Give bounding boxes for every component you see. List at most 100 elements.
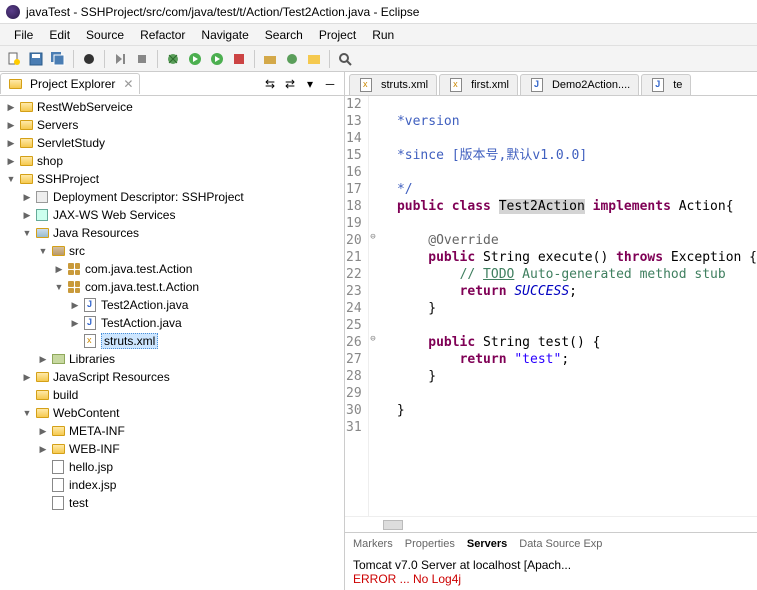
new-class-button[interactable] xyxy=(282,49,302,69)
chevron-icon[interactable]: ▶ xyxy=(68,318,82,329)
new-package-button[interactable] xyxy=(260,49,280,69)
tree-item[interactable]: ▶ META-INF xyxy=(0,422,344,440)
chevron-icon[interactable]: ▶ xyxy=(36,426,50,437)
chevron-icon[interactable]: ▶ xyxy=(20,192,34,203)
editor-tab-label: first.xml xyxy=(471,79,509,91)
tree-item[interactable]: ▼src xyxy=(0,242,344,260)
bottom-tab-data-source-exp[interactable]: Data Source Exp xyxy=(519,538,602,550)
new-button[interactable] xyxy=(4,49,24,69)
package-icon xyxy=(66,279,82,295)
tree-item[interactable]: ▶ Deployment Descriptor: SSHProject xyxy=(0,188,344,206)
chevron-icon[interactable]: ▶ xyxy=(36,354,50,365)
tree-item[interactable]: ▼SSHProject xyxy=(0,170,344,188)
chevron-icon[interactable]: ▶ xyxy=(20,372,34,383)
project-explorer-tab[interactable]: Project Explorer ✕ xyxy=(0,73,140,94)
menu-run[interactable]: Run xyxy=(364,26,402,44)
tree-item-label: TestAction.java xyxy=(101,316,182,330)
stop-button[interactable] xyxy=(132,49,152,69)
tree-item[interactable]: ▼ Java Resources xyxy=(0,224,344,242)
link-editor-icon[interactable]: ⇄ xyxy=(282,76,298,92)
chevron-icon[interactable]: ▼ xyxy=(4,174,18,184)
jsp-file-icon xyxy=(50,459,66,475)
tree-item[interactable]: ▶ TestAction.java xyxy=(0,314,344,332)
debug-button[interactable] xyxy=(163,49,183,69)
run-button[interactable] xyxy=(185,49,205,69)
tree-item-label: Java Resources xyxy=(53,226,139,240)
bottom-tab-properties[interactable]: Properties xyxy=(405,538,455,550)
tree-item[interactable]: index.jsp xyxy=(0,476,344,494)
window-title: javaTest - SSHProject/src/com/java/test/… xyxy=(26,5,419,19)
run-server-button[interactable] xyxy=(207,49,227,69)
tree-item-label: Deployment Descriptor: SSHProject xyxy=(53,190,244,204)
tree-item-label: WEB-INF xyxy=(69,442,120,456)
folder-icon xyxy=(18,99,34,115)
menu-search[interactable]: Search xyxy=(257,26,311,44)
external-tool-button[interactable] xyxy=(229,49,249,69)
close-icon[interactable]: ✕ xyxy=(123,77,133,91)
jsp-file-icon xyxy=(50,477,66,493)
project-tree[interactable]: ▶RestWebServeice▶Servers▶ServletStudy▶sh… xyxy=(0,96,344,590)
bottom-tab-servers[interactable]: Servers xyxy=(467,538,507,550)
chevron-icon[interactable]: ▶ xyxy=(52,264,66,275)
save-all-button[interactable] xyxy=(48,49,68,69)
tree-item[interactable]: test xyxy=(0,494,344,512)
minimize-icon[interactable]: ─ xyxy=(322,76,338,92)
chevron-icon[interactable]: ▶ xyxy=(4,102,18,113)
folder-icon xyxy=(18,153,34,169)
chevron-icon[interactable]: ▶ xyxy=(36,444,50,455)
explorer-title: Project Explorer xyxy=(30,77,115,91)
chevron-icon[interactable]: ▼ xyxy=(52,282,66,292)
tree-item[interactable]: ▶ Libraries xyxy=(0,350,344,368)
search-button[interactable] xyxy=(335,49,355,69)
horizontal-scrollbar[interactable] xyxy=(345,516,757,532)
tree-item[interactable]: ▶ServletStudy xyxy=(0,134,344,152)
menu-refactor[interactable]: Refactor xyxy=(132,26,193,44)
menu-project[interactable]: Project xyxy=(311,26,364,44)
titlebar: javaTest - SSHProject/src/com/java/test/… xyxy=(0,0,757,24)
view-menu-icon[interactable]: ▾ xyxy=(302,76,318,92)
library-icon xyxy=(50,351,66,367)
tree-item[interactable]: build xyxy=(0,386,344,404)
chevron-icon[interactable]: ▶ xyxy=(20,210,34,221)
bottom-tab-markers[interactable]: Markers xyxy=(353,538,393,550)
menu-edit[interactable]: Edit xyxy=(41,26,78,44)
save-button[interactable] xyxy=(26,49,46,69)
chevron-icon[interactable]: ▼ xyxy=(36,246,50,256)
web-services-icon xyxy=(34,207,50,223)
skip-button[interactable] xyxy=(110,49,130,69)
tree-item[interactable]: ▶Test2Action.java xyxy=(0,296,344,314)
folder-icon xyxy=(50,441,66,457)
tree-item[interactable]: ▼com.java.test.t.Action xyxy=(0,278,344,296)
tree-item[interactable]: ▶ WEB-INF xyxy=(0,440,344,458)
chevron-icon[interactable]: ▶ xyxy=(4,156,18,167)
tree-item-label: JAX-WS Web Services xyxy=(53,208,175,222)
collapse-all-icon[interactable]: ⇆ xyxy=(262,76,278,92)
tree-item[interactable]: ▶ JAX-WS Web Services xyxy=(0,206,344,224)
editor-tab[interactable]: struts.xml xyxy=(349,74,437,95)
chevron-icon[interactable]: ▼ xyxy=(20,408,34,418)
editor-tab[interactable]: te xyxy=(641,74,691,95)
chevron-icon[interactable]: ▶ xyxy=(4,120,18,131)
tree-item-label: META-INF xyxy=(69,424,125,438)
chevron-icon[interactable]: ▶ xyxy=(68,300,82,311)
menu-source[interactable]: Source xyxy=(78,26,132,44)
tree-item[interactable]: ▶RestWebServeice xyxy=(0,98,344,116)
tree-item[interactable]: struts.xml xyxy=(0,332,344,350)
editor-tab[interactable]: first.xml xyxy=(439,74,518,95)
tree-item[interactable]: ▶shop xyxy=(0,152,344,170)
tree-item-label: com.java.test.Action xyxy=(85,262,192,276)
toggle-button[interactable] xyxy=(79,49,99,69)
chevron-icon[interactable]: ▶ xyxy=(4,138,18,149)
tree-item-label: Libraries xyxy=(69,352,115,366)
open-type-button[interactable] xyxy=(304,49,324,69)
tree-item[interactable]: hello.jsp xyxy=(0,458,344,476)
tree-item[interactable]: ▼WebContent xyxy=(0,404,344,422)
menu-navigate[interactable]: Navigate xyxy=(193,26,256,44)
tree-item[interactable]: ▶JavaScript Resources xyxy=(0,368,344,386)
menu-file[interactable]: File xyxy=(6,26,41,44)
tree-item[interactable]: ▶Servers xyxy=(0,116,344,134)
editor-tab[interactable]: Demo2Action.... xyxy=(520,74,639,95)
code-editor[interactable]: 1213141516171819202122232425262728293031… xyxy=(345,96,757,516)
chevron-icon[interactable]: ▼ xyxy=(20,228,34,238)
tree-item[interactable]: ▶ com.java.test.Action xyxy=(0,260,344,278)
